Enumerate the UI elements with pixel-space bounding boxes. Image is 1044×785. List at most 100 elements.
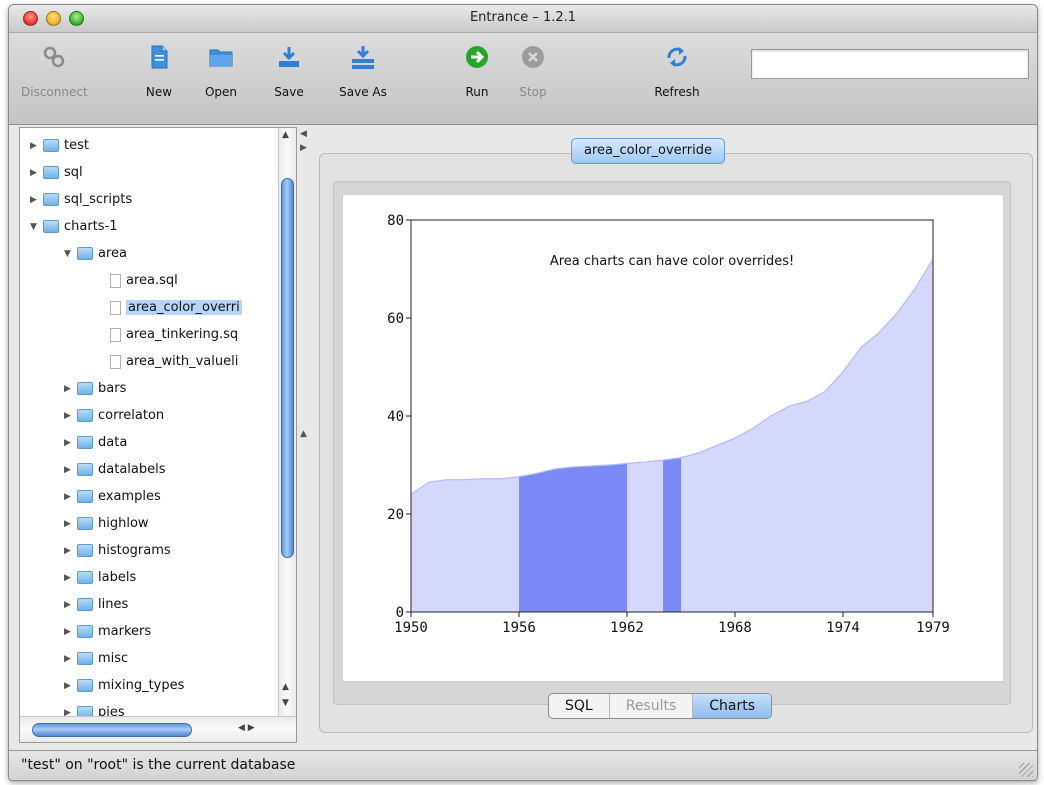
y-tick-label: 20 bbox=[387, 507, 404, 523]
tree-item-area-color-overri[interactable]: area_color_overri bbox=[98, 298, 242, 318]
tree-item-charts-1[interactable]: ▼ charts-1 bbox=[30, 217, 118, 237]
tab-sql[interactable]: SQL bbox=[549, 694, 609, 718]
refresh-button[interactable]: Refresh bbox=[643, 43, 711, 99]
chart-title: Area charts can have color overrides! bbox=[550, 254, 794, 269]
x-tick-label: 1968 bbox=[718, 620, 752, 636]
tree-item-mixing-types[interactable]: ▶ mixing_types bbox=[64, 676, 184, 696]
stop-button[interactable]: Stop bbox=[513, 43, 553, 99]
tree-item-lines[interactable]: ▶ lines bbox=[64, 595, 128, 615]
folder-icon bbox=[43, 220, 59, 233]
resize-grip-icon[interactable] bbox=[1019, 763, 1033, 777]
folder-icon bbox=[77, 517, 93, 530]
tree-item-area[interactable]: ▼ area bbox=[64, 244, 127, 264]
tree-item-datalabels[interactable]: ▶ datalabels bbox=[64, 460, 166, 480]
toolbar-search-input[interactable] bbox=[751, 49, 1029, 79]
disclosure-collapsed-icon[interactable]: ▶ bbox=[64, 487, 74, 507]
scroll-down-icon[interactable]: ▼ bbox=[282, 698, 289, 708]
tree-vertical-scrollbar[interactable]: ▲ ▲ ▼ bbox=[278, 128, 296, 716]
tree-item-label: markers bbox=[98, 624, 152, 639]
folder-icon bbox=[43, 139, 59, 152]
tree-item-area-sql[interactable]: area.sql bbox=[98, 271, 178, 291]
tree-item-label: mixing_types bbox=[98, 678, 185, 693]
save-button[interactable]: Save bbox=[267, 43, 311, 99]
tree-item-label: data bbox=[98, 435, 128, 450]
tree-item-label: pies bbox=[98, 705, 125, 716]
scroll-up-icon[interactable]: ▲ bbox=[282, 682, 289, 692]
disclosure-collapsed-icon[interactable]: ▶ bbox=[64, 622, 74, 642]
area-color-override-0 bbox=[519, 463, 627, 612]
tree-item-label: area bbox=[98, 246, 127, 261]
toolbar: Disconnect New Open Save Save As Run Sto… bbox=[9, 33, 1037, 125]
tree-item-data[interactable]: ▶ data bbox=[64, 433, 127, 453]
disclosure-collapsed-icon[interactable]: ▶ bbox=[64, 433, 74, 453]
folder-icon bbox=[77, 652, 93, 665]
save-as-button[interactable]: Save As bbox=[335, 43, 391, 99]
open-label: Open bbox=[204, 85, 238, 99]
run-label: Run bbox=[465, 85, 489, 99]
disclosure-collapsed-icon[interactable]: ▶ bbox=[30, 136, 40, 156]
tree-vertical-scroll-thumb[interactable] bbox=[281, 178, 294, 558]
tree-item-examples[interactable]: ▶ examples bbox=[64, 487, 161, 507]
view-tabs: SQL Results Charts bbox=[548, 693, 773, 719]
tree-item-highlow[interactable]: ▶ highlow bbox=[64, 514, 149, 534]
file-icon bbox=[110, 355, 121, 369]
tree-item-correlaton[interactable]: ▶ correlaton bbox=[64, 406, 164, 426]
tree-item-sql-scripts[interactable]: ▶ sql_scripts bbox=[30, 190, 132, 210]
tree-item-misc[interactable]: ▶ misc bbox=[64, 649, 128, 669]
tree-item-label: test bbox=[64, 138, 89, 153]
disclosure-expanded-icon[interactable]: ▼ bbox=[30, 217, 40, 237]
tree-item-area-tinkering-sq[interactable]: area_tinkering.sq bbox=[98, 325, 238, 345]
disclosure-collapsed-icon[interactable]: ▶ bbox=[64, 541, 74, 561]
scroll-left-right-icon[interactable]: ◀ ▶ bbox=[238, 723, 255, 733]
splitter-handle-icon[interactable]: ▲ bbox=[300, 429, 307, 439]
status-text: "test" on "root" is the current database bbox=[21, 757, 296, 773]
tree-item-pies[interactable]: ▶ pies bbox=[64, 703, 125, 716]
tree-item-label: labels bbox=[98, 570, 137, 585]
disclosure-expanded-icon[interactable]: ▼ bbox=[64, 244, 74, 264]
disclosure-collapsed-icon[interactable]: ▶ bbox=[64, 406, 74, 426]
save-as-icon bbox=[352, 46, 374, 69]
tree-item-test[interactable]: ▶ test bbox=[30, 136, 89, 156]
refresh-label: Refresh bbox=[654, 85, 700, 99]
tree-item-label: lines bbox=[98, 597, 129, 612]
folder-icon bbox=[43, 166, 59, 179]
tab-area-color-override[interactable]: area_color_override bbox=[571, 138, 725, 164]
tree-item-area-with-valueli[interactable]: area_with_valueli bbox=[98, 352, 238, 372]
run-button[interactable]: Run bbox=[457, 43, 497, 99]
tree-item-histograms[interactable]: ▶ histograms bbox=[64, 541, 171, 561]
disclosure-collapsed-icon[interactable]: ▶ bbox=[64, 676, 74, 696]
disclosure-collapsed-icon[interactable]: ▶ bbox=[64, 379, 74, 399]
disclosure-collapsed-icon[interactable]: ▶ bbox=[30, 163, 40, 183]
splitter-expand-right-icon[interactable]: ▶ bbox=[300, 143, 307, 153]
disconnect-button[interactable]: Disconnect bbox=[21, 43, 88, 99]
disclosure-collapsed-icon[interactable]: ▶ bbox=[30, 190, 40, 210]
disconnect-label: Disconnect bbox=[21, 85, 88, 99]
disclosure-collapsed-icon[interactable]: ▶ bbox=[64, 568, 74, 588]
tree-item-label: highlow bbox=[98, 516, 149, 531]
scroll-up-icon[interactable]: ▲ bbox=[282, 130, 289, 140]
tab-charts[interactable]: Charts bbox=[692, 694, 772, 718]
tree-item-label: area_tinkering.sq bbox=[126, 327, 239, 342]
tree-horizontal-scroll-thumb[interactable] bbox=[32, 723, 192, 737]
chart-panel: 0 20 40 60 80 1950 1956 1962 1968 1974 1979 Area ch… bbox=[342, 194, 1004, 682]
new-button[interactable]: New bbox=[139, 43, 179, 99]
folder-icon bbox=[77, 544, 93, 557]
file-tree: ▶ test ▶ sql ▶ sql_scripts ▼ charts-1 ▼ area area.… bbox=[20, 128, 278, 716]
disclosure-collapsed-icon[interactable]: ▶ bbox=[64, 460, 74, 480]
disclosure-collapsed-icon[interactable]: ▶ bbox=[64, 703, 74, 716]
disclosure-collapsed-icon[interactable]: ▶ bbox=[64, 595, 74, 615]
disclosure-collapsed-icon[interactable]: ▶ bbox=[64, 649, 74, 669]
y-tick-label: 0 bbox=[396, 605, 404, 621]
tab-results[interactable]: Results bbox=[608, 694, 693, 718]
disclosure-collapsed-icon[interactable]: ▶ bbox=[64, 514, 74, 534]
tree-item-labels[interactable]: ▶ labels bbox=[64, 568, 136, 588]
tree-item-sql[interactable]: ▶ sql bbox=[30, 163, 83, 183]
tree-item-markers[interactable]: ▶ markers bbox=[64, 622, 151, 642]
run-icon bbox=[466, 46, 488, 68]
splitter-collapse-left-icon[interactable]: ◀ bbox=[300, 129, 307, 139]
tree-item-bars[interactable]: ▶ bars bbox=[64, 379, 126, 399]
open-button[interactable]: Open bbox=[197, 43, 245, 99]
folder-icon bbox=[77, 382, 93, 395]
tree-horizontal-scrollbar[interactable]: ◀ ▶ bbox=[20, 716, 296, 742]
folder-icon bbox=[77, 679, 93, 692]
